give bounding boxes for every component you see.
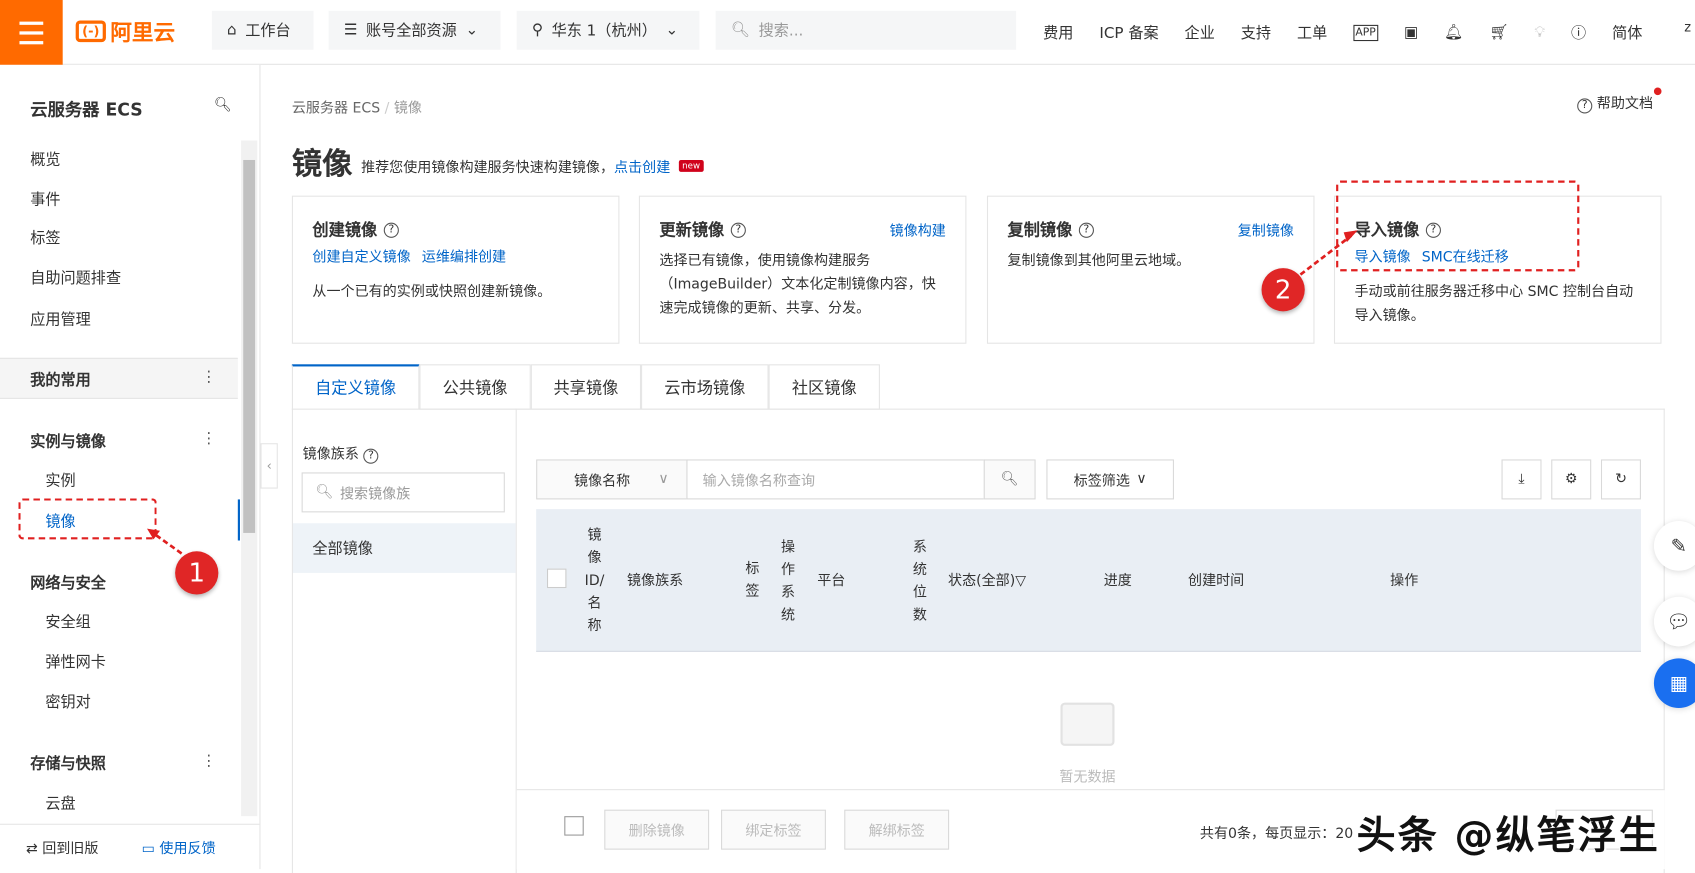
step-1-badge: 1 [175,551,219,595]
step-2-badge: 2 [1261,268,1305,312]
watermark: 头条 @纵笔浮生 [1356,813,1660,859]
annotation-arrows [147,230,1358,555]
arrow-2 [1299,234,1353,276]
